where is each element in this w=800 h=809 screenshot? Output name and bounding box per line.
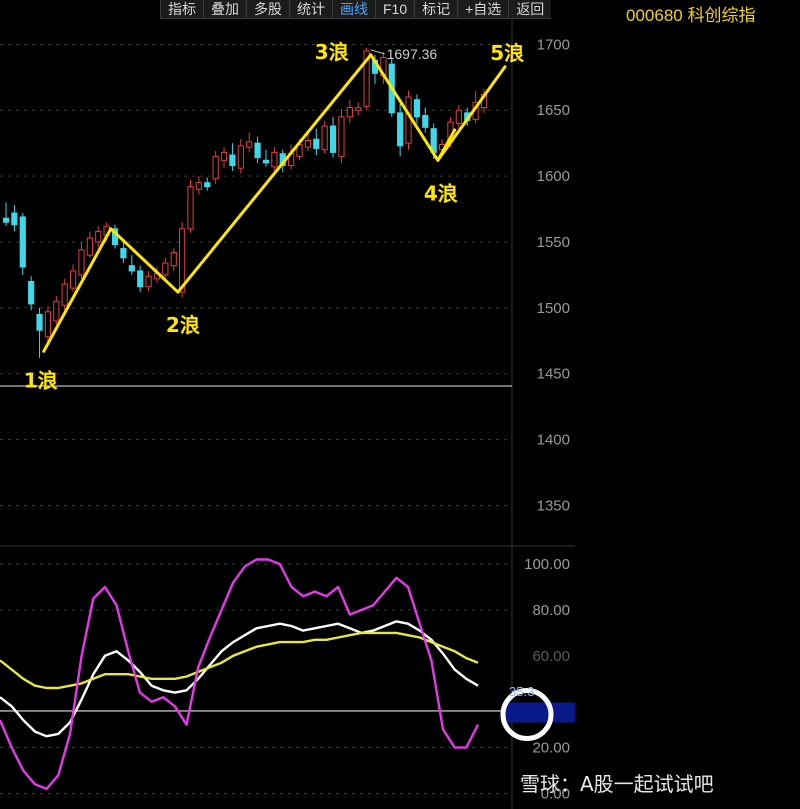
candle-body (346, 107, 353, 118)
price-tick-label: 1450 (537, 366, 570, 383)
candle-body (44, 311, 52, 338)
wave-line (42, 227, 113, 353)
high-value-label: 1697.36 (387, 46, 438, 62)
candle-body (11, 212, 18, 226)
candle-body (69, 270, 77, 289)
price-tick-label: 1400 (537, 432, 570, 449)
price-tick-label: 1350 (537, 497, 570, 514)
candle-body (413, 99, 421, 118)
wave-line (369, 53, 440, 162)
candle-body (220, 151, 228, 161)
kdj-tick-label: 80.00 (532, 602, 570, 619)
price-tick-label: 1550 (537, 234, 570, 251)
candle-body (86, 237, 93, 256)
kdj-series-D (0, 631, 479, 690)
candle-body (204, 182, 211, 188)
kdj-tick-label: 100.00 (524, 556, 570, 573)
watermark-text: 雪球：A股一起试试吧 (520, 772, 714, 796)
price-tick-label: 1650 (537, 102, 570, 119)
candle-body (313, 138, 320, 149)
price-tick-label: 1600 (537, 168, 570, 185)
candle-body (271, 151, 278, 168)
candle-body (321, 125, 328, 151)
wave-label: 4浪 (424, 181, 458, 205)
candle-body (128, 265, 135, 272)
current-kdj-value: 35.3 (509, 684, 535, 699)
candle-body (187, 186, 194, 230)
candle-body (237, 145, 244, 169)
candle-body (455, 109, 462, 124)
candle-body (229, 154, 236, 167)
candle-body (28, 281, 35, 305)
candle-body (36, 313, 43, 331)
kdj-tick-label: 60.00 (532, 648, 570, 665)
candle-body (329, 125, 337, 153)
wave-label: 1浪 (24, 368, 58, 392)
current-value-box (505, 702, 575, 723)
chart-canvas: 1350 1400 1450 1500 1550 1600 1650 1700 1697.36 1… (0, 18, 575, 809)
candle-body (2, 217, 10, 223)
kdj-tick-label: 20.00 (532, 740, 570, 757)
kdj-series-J (0, 558, 480, 791)
candle-body (405, 96, 412, 144)
candle-body (78, 249, 85, 276)
candle-body (19, 216, 26, 268)
candle-body (397, 112, 404, 147)
wave-line (109, 227, 180, 294)
candle-body (162, 262, 169, 276)
candle-body (422, 114, 429, 128)
high-marker-line (370, 49, 385, 55)
wave-label: 3浪 (315, 40, 349, 64)
candle-body (170, 252, 177, 267)
price-tick-label: 1500 (537, 300, 570, 317)
candle-body (262, 159, 270, 164)
candle-body (120, 248, 127, 259)
price-tick-label: 1700 (537, 36, 570, 53)
wave-label: 2浪 (166, 313, 200, 337)
candle-body (195, 182, 202, 190)
wave-line (176, 53, 373, 294)
candle-body (137, 270, 144, 288)
wave-label: 5浪 (490, 41, 524, 65)
candle-body (355, 107, 362, 111)
candle-body (304, 140, 311, 148)
candle-body (95, 230, 102, 243)
candle-body (246, 141, 253, 148)
candle-body (145, 275, 152, 288)
candle-body (212, 155, 219, 180)
candle-body (53, 300, 60, 322)
candle-body (61, 283, 68, 306)
candle-body (254, 142, 261, 159)
candle-body (338, 116, 345, 157)
wave-line (436, 65, 507, 162)
